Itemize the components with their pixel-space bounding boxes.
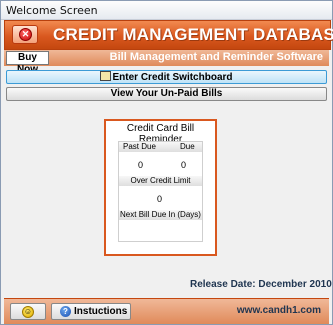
view-unpaid-bills-button[interactable]: View Your Un-Paid Bills xyxy=(6,87,327,101)
help-icon: ? xyxy=(60,306,71,317)
past-due-value: 0 xyxy=(138,160,144,170)
app-subtitle: Bill Management and Reminder Software xyxy=(109,51,323,63)
release-date: Release Date: December 2010 xyxy=(190,279,332,290)
instructions-label: Instuctions xyxy=(74,306,128,317)
window-title: Welcome Screen xyxy=(6,4,98,17)
welcome-window: Welcome Screen ✕ CREDIT MANAGEMENT DATAB… xyxy=(0,0,333,325)
smiley-button[interactable]: ☺ xyxy=(10,303,46,320)
instructions-button[interactable]: ? Instuctions xyxy=(51,303,131,320)
switchboard-icon xyxy=(100,71,112,81)
bill-reminder-panel: Credit Card Bill Reminder Past Due Due 0… xyxy=(104,119,217,256)
enter-switchboard-button[interactable]: Enter Credit Switchboard xyxy=(6,70,327,84)
over-limit-label: Over Credit Limit xyxy=(130,176,191,185)
over-limit-header: Over Credit Limit xyxy=(119,176,202,186)
due-value: 0 xyxy=(181,160,187,170)
enter-switchboard-label: Enter Credit Switchboard xyxy=(112,72,233,83)
app-title: CREDIT MANAGEMENT DATABASE xyxy=(53,25,333,44)
website-link[interactable]: www.candh1.com xyxy=(237,305,321,316)
reminder-grid: Past Due Due 0 0 Over Credit Limit 0 Nex… xyxy=(118,141,203,242)
subtitle-bar: Bill Management and Reminder Software xyxy=(4,50,329,66)
title-bar: Welcome Screen xyxy=(1,1,332,20)
due-label: Due xyxy=(180,142,195,151)
next-bill-label: Next Bill Due In (Days) xyxy=(120,210,201,219)
header-banner: ✕ CREDIT MANAGEMENT DATABASE xyxy=(4,20,333,50)
due-header-row: Past Due Due xyxy=(119,142,202,152)
past-due-label: Past Due xyxy=(123,142,156,151)
footer-bar: ☺ ? Instuctions www.candh1.com xyxy=(4,298,329,324)
smiley-icon: ☺ xyxy=(22,306,34,318)
next-bill-header: Next Bill Due In (Days) xyxy=(119,210,202,220)
close-icon: ✕ xyxy=(19,28,32,41)
over-limit-value: 0 xyxy=(157,194,163,204)
buy-now-button[interactable]: Buy Now xyxy=(6,51,49,75)
close-button[interactable]: ✕ xyxy=(12,25,38,44)
